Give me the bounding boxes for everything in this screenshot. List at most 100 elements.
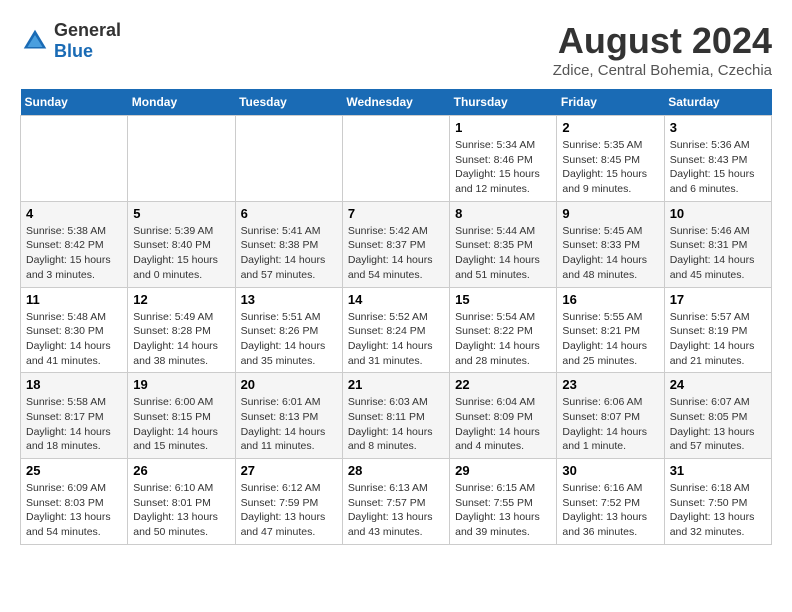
weekday-header-row: SundayMondayTuesdayWednesdayThursdayFrid…: [21, 89, 772, 116]
day-number: 4: [26, 206, 122, 221]
calendar-cell: 1Sunrise: 5:34 AM Sunset: 8:46 PM Daylig…: [450, 116, 557, 202]
day-info: Sunrise: 6:06 AM Sunset: 8:07 PM Dayligh…: [562, 395, 658, 454]
weekday-header-friday: Friday: [557, 89, 664, 116]
calendar-cell: 18Sunrise: 5:58 AM Sunset: 8:17 PM Dayli…: [21, 373, 128, 459]
day-number: 13: [241, 292, 337, 307]
calendar-cell: 23 Sunrise: 6:06 AM Sunset: 8:07 PM Dayli…: [557, 373, 664, 459]
calendar-cell: 29Sunrise: 6:15 AM Sunset: 7:55 PM Dayli…: [450, 459, 557, 545]
calendar-cell: 20Sunrise: 6:01 AM Sunset: 8:13 PM Dayli…: [235, 373, 342, 459]
day-number: 27: [241, 463, 337, 478]
day-info: Sunrise: 6:18 AM Sunset: 7:50 PM Dayligh…: [670, 481, 766, 540]
month-year-title: August 2024: [553, 20, 772, 62]
calendar-week-row: 11 Sunrise: 5:48 AM Sunset: 8:30 PM Dayli…: [21, 287, 772, 373]
day-number: 20: [241, 377, 337, 392]
day-number: 14: [348, 292, 444, 307]
day-number: 12: [133, 292, 229, 307]
calendar-cell: 14 Sunrise: 5:52 AM Sunset: 8:24 PM Dayli…: [342, 287, 449, 373]
day-number: 6: [241, 206, 337, 221]
calendar-week-row: 1Sunrise: 5:34 AM Sunset: 8:46 PM Daylig…: [21, 116, 772, 202]
day-info: Sunrise: 6:16 AM Sunset: 7:52 PM Dayligh…: [562, 481, 658, 540]
calendar-week-row: 25Sunrise: 6:09 AM Sunset: 8:03 PM Dayli…: [21, 459, 772, 545]
calendar-cell: 16 Sunrise: 5:55 AM Sunset: 8:21 PM Dayli…: [557, 287, 664, 373]
calendar-cell: 15Sunrise: 5:54 AM Sunset: 8:22 PM Dayli…: [450, 287, 557, 373]
weekday-header-tuesday: Tuesday: [235, 89, 342, 116]
calendar-cell: 26 Sunrise: 6:10 AM Sunset: 8:01 PM Dayli…: [128, 459, 235, 545]
day-number: 3: [670, 120, 766, 135]
day-info: Sunrise: 5:35 AM Sunset: 8:45 PM Dayligh…: [562, 138, 658, 197]
calendar-cell: [21, 116, 128, 202]
day-number: 16: [562, 292, 658, 307]
day-info: Sunrise: 5:51 AM Sunset: 8:26 PM Dayligh…: [241, 310, 337, 369]
day-info: Sunrise: 5:52 AM Sunset: 8:24 PM Dayligh…: [348, 310, 444, 369]
logo: General Blue: [20, 20, 121, 62]
calendar-cell: 25Sunrise: 6:09 AM Sunset: 8:03 PM Dayli…: [21, 459, 128, 545]
day-number: 11: [26, 292, 122, 307]
weekday-header-monday: Monday: [128, 89, 235, 116]
day-info: Sunrise: 5:55 AM Sunset: 8:21 PM Dayligh…: [562, 310, 658, 369]
day-number: 29: [455, 463, 551, 478]
day-number: 8: [455, 206, 551, 221]
day-number: 22: [455, 377, 551, 392]
calendar-cell: 24 Sunrise: 6:07 AM Sunset: 8:05 PM Dayli…: [664, 373, 771, 459]
weekday-header-wednesday: Wednesday: [342, 89, 449, 116]
location-subtitle: Zdice, Central Bohemia, Czechia: [553, 62, 772, 79]
calendar-week-row: 18Sunrise: 5:58 AM Sunset: 8:17 PM Dayli…: [21, 373, 772, 459]
calendar-cell: 5Sunrise: 5:39 AM Sunset: 8:40 PM Daylig…: [128, 201, 235, 287]
day-number: 30: [562, 463, 658, 478]
day-number: 7: [348, 206, 444, 221]
day-info: Sunrise: 5:46 AM Sunset: 8:31 PM Dayligh…: [670, 224, 766, 283]
logo-text-blue: Blue: [54, 41, 93, 61]
day-info: Sunrise: 5:57 AM Sunset: 8:19 PM Dayligh…: [670, 310, 766, 369]
day-info: Sunrise: 5:54 AM Sunset: 8:22 PM Dayligh…: [455, 310, 551, 369]
calendar-cell: 27 Sunrise: 6:12 AM Sunset: 7:59 PM Dayli…: [235, 459, 342, 545]
title-block: August 2024 Zdice, Central Bohemia, Czec…: [553, 20, 772, 79]
weekday-header-saturday: Saturday: [664, 89, 771, 116]
day-info: Sunrise: 5:45 AM Sunset: 8:33 PM Dayligh…: [562, 224, 658, 283]
calendar-cell: 19 Sunrise: 6:00 AM Sunset: 8:15 PM Dayli…: [128, 373, 235, 459]
calendar-cell: 21Sunrise: 6:03 AM Sunset: 8:11 PM Dayli…: [342, 373, 449, 459]
calendar-cell: [342, 116, 449, 202]
day-info: Sunrise: 6:09 AM Sunset: 8:03 PM Dayligh…: [26, 481, 122, 540]
day-number: 19: [133, 377, 229, 392]
calendar-cell: 6 Sunrise: 5:41 AM Sunset: 8:38 PM Daylig…: [235, 201, 342, 287]
weekday-header-thursday: Thursday: [450, 89, 557, 116]
day-info: Sunrise: 6:12 AM Sunset: 7:59 PM Dayligh…: [241, 481, 337, 540]
day-number: 26: [133, 463, 229, 478]
calendar-cell: 2 Sunrise: 5:35 AM Sunset: 8:45 PM Daylig…: [557, 116, 664, 202]
day-info: Sunrise: 6:07 AM Sunset: 8:05 PM Dayligh…: [670, 395, 766, 454]
calendar-cell: 4Sunrise: 5:38 AM Sunset: 8:42 PM Daylig…: [21, 201, 128, 287]
day-number: 28: [348, 463, 444, 478]
calendar-cell: 13 Sunrise: 5:51 AM Sunset: 8:26 PM Dayli…: [235, 287, 342, 373]
calendar-table: SundayMondayTuesdayWednesdayThursdayFrid…: [20, 89, 772, 545]
day-info: Sunrise: 5:49 AM Sunset: 8:28 PM Dayligh…: [133, 310, 229, 369]
calendar-cell: [235, 116, 342, 202]
calendar-cell: 3 Sunrise: 5:36 AM Sunset: 8:43 PM Daylig…: [664, 116, 771, 202]
calendar-cell: [128, 116, 235, 202]
day-number: 2: [562, 120, 658, 135]
day-info: Sunrise: 5:42 AM Sunset: 8:37 PM Dayligh…: [348, 224, 444, 283]
calendar-cell: 11 Sunrise: 5:48 AM Sunset: 8:30 PM Dayli…: [21, 287, 128, 373]
calendar-cell: 30 Sunrise: 6:16 AM Sunset: 7:52 PM Dayli…: [557, 459, 664, 545]
day-number: 10: [670, 206, 766, 221]
day-info: Sunrise: 6:00 AM Sunset: 8:15 PM Dayligh…: [133, 395, 229, 454]
day-number: 23: [562, 377, 658, 392]
day-info: Sunrise: 5:48 AM Sunset: 8:30 PM Dayligh…: [26, 310, 122, 369]
day-number: 9: [562, 206, 658, 221]
day-info: Sunrise: 5:58 AM Sunset: 8:17 PM Dayligh…: [26, 395, 122, 454]
calendar-cell: 12 Sunrise: 5:49 AM Sunset: 8:28 PM Dayli…: [128, 287, 235, 373]
calendar-cell: 17Sunrise: 5:57 AM Sunset: 8:19 PM Dayli…: [664, 287, 771, 373]
weekday-header-sunday: Sunday: [21, 89, 128, 116]
day-info: Sunrise: 6:04 AM Sunset: 8:09 PM Dayligh…: [455, 395, 551, 454]
day-number: 24: [670, 377, 766, 392]
calendar-week-row: 4Sunrise: 5:38 AM Sunset: 8:42 PM Daylig…: [21, 201, 772, 287]
day-info: Sunrise: 5:34 AM Sunset: 8:46 PM Dayligh…: [455, 138, 551, 197]
logo-text-general: General: [54, 20, 121, 40]
day-number: 21: [348, 377, 444, 392]
day-number: 31: [670, 463, 766, 478]
day-info: Sunrise: 5:36 AM Sunset: 8:43 PM Dayligh…: [670, 138, 766, 197]
day-info: Sunrise: 5:44 AM Sunset: 8:35 PM Dayligh…: [455, 224, 551, 283]
day-info: Sunrise: 5:41 AM Sunset: 8:38 PM Dayligh…: [241, 224, 337, 283]
day-number: 5: [133, 206, 229, 221]
day-info: Sunrise: 6:10 AM Sunset: 8:01 PM Dayligh…: [133, 481, 229, 540]
calendar-cell: 8 Sunrise: 5:44 AM Sunset: 8:35 PM Daylig…: [450, 201, 557, 287]
